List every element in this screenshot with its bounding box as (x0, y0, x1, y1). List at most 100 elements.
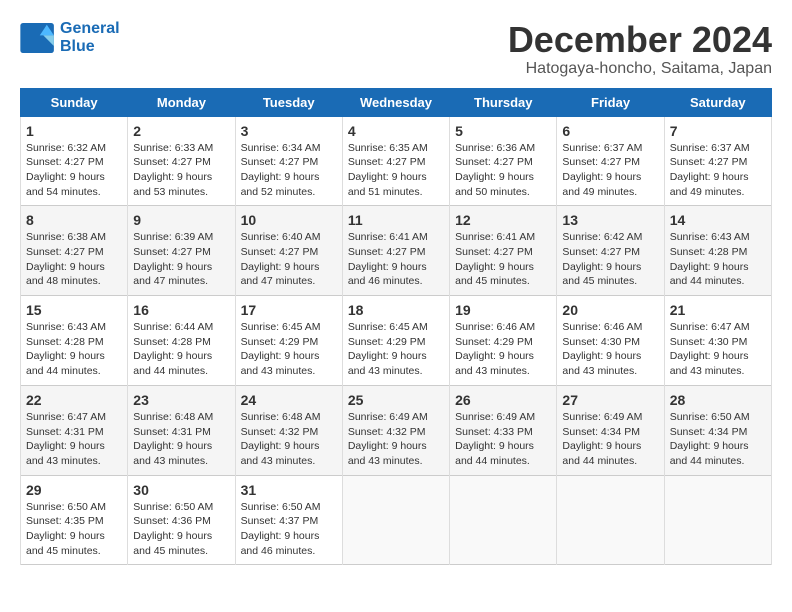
day-number: 7 (670, 123, 766, 139)
table-cell: 21Sunrise: 6:47 AMSunset: 4:30 PMDayligh… (664, 296, 771, 386)
table-cell: 6 Sunrise: 6:37 AMSunset: 4:27 PMDaylight… (557, 116, 664, 206)
table-cell: 4Sunrise: 6:35 AMSunset: 4:27 PMDaylight… (342, 116, 449, 206)
table-cell: 9Sunrise: 6:39 AMSunset: 4:27 PMDaylight… (128, 206, 235, 296)
table-cell: 25 Sunrise: 6:49 AMSunset: 4:32 PMDayligh… (342, 385, 449, 475)
day-info: Sunrise: 6:43 AMSunset: 4:28 PMDaylight:… (26, 320, 122, 379)
table-cell: 19 Sunrise: 6:46 AMSunset: 4:29 PMDayligh… (450, 296, 557, 386)
day-number: 3 (241, 123, 337, 139)
header-row: Sunday Monday Tuesday Wednesday Thursday… (21, 88, 772, 116)
table-cell: 31 Sunrise: 6:50 AMSunset: 4:37 PMDayligh… (235, 475, 342, 565)
table-cell: 20 Sunrise: 6:46 AMSunset: 4:30 PMDayligh… (557, 296, 664, 386)
logo-line2: Blue (60, 38, 95, 55)
day-info: Sunrise: 6:35 AMSunset: 4:27 PMDaylight:… (348, 141, 444, 200)
day-info: Sunrise: 6:46 AMSunset: 4:29 PMDaylight:… (455, 320, 551, 379)
col-sunday: Sunday (21, 88, 128, 116)
logo-icon (20, 23, 56, 53)
table-cell: 28Sunrise: 6:50 AMSunset: 4:34 PMDayligh… (664, 385, 771, 475)
table-cell: 10 Sunrise: 6:40 AMSunset: 4:27 PMDayligh… (235, 206, 342, 296)
table-cell: 26 Sunrise: 6:49 AMSunset: 4:33 PMDayligh… (450, 385, 557, 475)
table-cell: 22 Sunrise: 6:47 AMSunset: 4:31 PMDayligh… (21, 385, 128, 475)
table-cell: 29 Sunrise: 6:50 AMSunset: 4:35 PMDayligh… (21, 475, 128, 565)
day-number: 20 (562, 302, 658, 318)
logo: General Blue (20, 20, 120, 55)
table-cell: 24Sunrise: 6:48 AMSunset: 4:32 PMDayligh… (235, 385, 342, 475)
day-info: Sunrise: 6:49 AMSunset: 4:32 PMDaylight:… (348, 410, 444, 469)
day-number: 6 (562, 123, 658, 139)
day-info: Sunrise: 6:49 AMSunset: 4:33 PMDaylight:… (455, 410, 551, 469)
day-info: Sunrise: 6:50 AMSunset: 4:36 PMDaylight:… (133, 500, 229, 559)
day-info: Sunrise: 6:44 AMSunset: 4:28 PMDaylight:… (133, 320, 229, 379)
table-cell: 8 Sunrise: 6:38 AMSunset: 4:27 PMDaylight… (21, 206, 128, 296)
day-number: 24 (241, 392, 337, 408)
day-number: 11 (348, 212, 444, 228)
day-number: 1 (26, 123, 122, 139)
day-info: Sunrise: 6:37 AMSunset: 4:27 PMDaylight:… (670, 141, 766, 200)
logo-line1: General (60, 20, 120, 37)
day-number: 31 (241, 482, 337, 498)
day-number: 10 (241, 212, 337, 228)
day-info: Sunrise: 6:37 AMSunset: 4:27 PMDaylight:… (562, 141, 658, 200)
table-cell: 2 Sunrise: 6:33 AMSunset: 4:27 PMDaylight… (128, 116, 235, 206)
calendar-body: 1Sunrise: 6:32 AMSunset: 4:27 PMDaylight… (21, 116, 772, 565)
day-number: 2 (133, 123, 229, 139)
table-cell: 27Sunrise: 6:49 AMSunset: 4:34 PMDayligh… (557, 385, 664, 475)
table-cell: 13Sunrise: 6:42 AMSunset: 4:27 PMDayligh… (557, 206, 664, 296)
day-number: 9 (133, 212, 229, 228)
col-saturday: Saturday (664, 88, 771, 116)
table-cell: 14Sunrise: 6:43 AMSunset: 4:28 PMDayligh… (664, 206, 771, 296)
day-info: Sunrise: 6:47 AMSunset: 4:30 PMDaylight:… (670, 320, 766, 379)
day-info: Sunrise: 6:41 AMSunset: 4:27 PMDaylight:… (348, 230, 444, 289)
table-cell: 30Sunrise: 6:50 AMSunset: 4:36 PMDayligh… (128, 475, 235, 565)
table-cell: 18Sunrise: 6:45 AMSunset: 4:29 PMDayligh… (342, 296, 449, 386)
day-info: Sunrise: 6:41 AMSunset: 4:27 PMDaylight:… (455, 230, 551, 289)
day-info: Sunrise: 6:49 AMSunset: 4:34 PMDaylight:… (562, 410, 658, 469)
day-number: 12 (455, 212, 551, 228)
day-number: 8 (26, 212, 122, 228)
day-info: Sunrise: 6:50 AMSunset: 4:37 PMDaylight:… (241, 500, 337, 559)
day-info: Sunrise: 6:50 AMSunset: 4:35 PMDaylight:… (26, 500, 122, 559)
table-cell: 12 Sunrise: 6:41 AMSunset: 4:27 PMDayligh… (450, 206, 557, 296)
day-info: Sunrise: 6:40 AMSunset: 4:27 PMDaylight:… (241, 230, 337, 289)
day-number: 19 (455, 302, 551, 318)
table-row: 22 Sunrise: 6:47 AMSunset: 4:31 PMDayligh… (21, 385, 772, 475)
day-number: 29 (26, 482, 122, 498)
day-info: Sunrise: 6:38 AMSunset: 4:27 PMDaylight:… (26, 230, 122, 289)
day-info: Sunrise: 6:47 AMSunset: 4:31 PMDaylight:… (26, 410, 122, 469)
day-info: Sunrise: 6:45 AMSunset: 4:29 PMDaylight:… (241, 320, 337, 379)
month-title: December 2024 (508, 20, 772, 60)
day-info: Sunrise: 6:46 AMSunset: 4:30 PMDaylight:… (562, 320, 658, 379)
table-cell: 17 Sunrise: 6:45 AMSunset: 4:29 PMDayligh… (235, 296, 342, 386)
day-info: Sunrise: 6:36 AMSunset: 4:27 PMDaylight:… (455, 141, 551, 200)
title-block: December 2024 Hatogaya-honcho, Saitama, … (508, 20, 772, 78)
day-number: 23 (133, 392, 229, 408)
day-number: 17 (241, 302, 337, 318)
calendar-table: Sunday Monday Tuesday Wednesday Thursday… (20, 88, 772, 566)
day-number: 15 (26, 302, 122, 318)
table-row: 1Sunrise: 6:32 AMSunset: 4:27 PMDaylight… (21, 116, 772, 206)
day-number: 13 (562, 212, 658, 228)
day-info: Sunrise: 6:50 AMSunset: 4:34 PMDaylight:… (670, 410, 766, 469)
day-info: Sunrise: 6:43 AMSunset: 4:28 PMDaylight:… (670, 230, 766, 289)
table-row: 15 Sunrise: 6:43 AMSunset: 4:28 PMDayligh… (21, 296, 772, 386)
table-cell: 23 Sunrise: 6:48 AMSunset: 4:31 PMDayligh… (128, 385, 235, 475)
table-row: 29 Sunrise: 6:50 AMSunset: 4:35 PMDayligh… (21, 475, 772, 565)
col-wednesday: Wednesday (342, 88, 449, 116)
table-cell: 3 Sunrise: 6:34 AMSunset: 4:27 PMDaylight… (235, 116, 342, 206)
day-number: 25 (348, 392, 444, 408)
table-cell: 15 Sunrise: 6:43 AMSunset: 4:28 PMDayligh… (21, 296, 128, 386)
day-info: Sunrise: 6:33 AMSunset: 4:27 PMDaylight:… (133, 141, 229, 200)
table-cell: 1Sunrise: 6:32 AMSunset: 4:27 PMDaylight… (21, 116, 128, 206)
calendar-header: Sunday Monday Tuesday Wednesday Thursday… (21, 88, 772, 116)
col-monday: Monday (128, 88, 235, 116)
day-number: 22 (26, 392, 122, 408)
col-friday: Friday (557, 88, 664, 116)
logo-text: General Blue (60, 20, 120, 55)
table-cell: 7 Sunrise: 6:37 AMSunset: 4:27 PMDaylight… (664, 116, 771, 206)
day-info: Sunrise: 6:48 AMSunset: 4:31 PMDaylight:… (133, 410, 229, 469)
day-number: 26 (455, 392, 551, 408)
table-cell (664, 475, 771, 565)
day-number: 18 (348, 302, 444, 318)
day-info: Sunrise: 6:34 AMSunset: 4:27 PMDaylight:… (241, 141, 337, 200)
table-cell: 11 Sunrise: 6:41 AMSunset: 4:27 PMDayligh… (342, 206, 449, 296)
table-cell: 16Sunrise: 6:44 AMSunset: 4:28 PMDayligh… (128, 296, 235, 386)
